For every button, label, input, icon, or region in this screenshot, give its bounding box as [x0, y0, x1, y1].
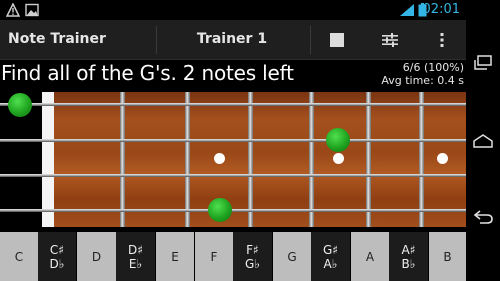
status-clock: 02:01 — [422, 2, 460, 17]
key-c[interactable]: C — [0, 232, 38, 281]
nut — [42, 92, 54, 227]
key-f-sharp[interactable]: F♯ G♭ — [233, 232, 272, 281]
inlay-dot — [214, 153, 225, 164]
fretboard-wood — [54, 92, 466, 227]
found-note-marker — [208, 198, 232, 222]
inlay-dot — [437, 153, 448, 164]
fret-1 — [120, 92, 125, 227]
string-2 — [0, 139, 466, 142]
found-note-marker — [8, 93, 32, 117]
string-4 — [0, 209, 466, 212]
string-3 — [0, 174, 466, 177]
score-panel: 6/6 (100%) Avg time: 0.4 s — [381, 61, 464, 87]
navigation-bar — [466, 0, 500, 281]
settings-button[interactable] — [366, 20, 414, 60]
key-g-sharp[interactable]: G♯ A♭ — [311, 232, 350, 281]
fret-4 — [309, 92, 314, 227]
overflow-menu-button[interactable] — [418, 20, 466, 60]
key-a[interactable]: A — [351, 232, 389, 281]
recent-apps-button[interactable] — [466, 46, 500, 80]
overflow-menu-icon — [440, 33, 444, 47]
fret-5 — [366, 92, 371, 227]
key-d[interactable]: D — [77, 232, 116, 281]
inlay-dot — [333, 153, 344, 164]
fret-6 — [419, 92, 424, 227]
key-g[interactable]: G — [273, 232, 311, 281]
key-c-sharp[interactable]: C♯ D♭ — [38, 232, 76, 281]
key-d-sharp[interactable]: D♯ E♭ — [116, 232, 155, 281]
score-line: 6/6 (100%) — [402, 61, 464, 74]
fret-3 — [248, 92, 253, 227]
avg-time-line: Avg time: 0.4 s — [381, 74, 464, 87]
trainer-selector[interactable]: Trainer 1 — [157, 31, 307, 47]
recent-apps-icon — [474, 55, 492, 70]
key-e[interactable]: E — [156, 232, 194, 281]
image-icon — [25, 3, 39, 17]
action-bar-divider — [310, 26, 311, 54]
app-title: Note Trainer — [8, 31, 106, 47]
settings-sliders-icon — [382, 33, 398, 47]
key-a-sharp[interactable]: A♯ B♭ — [389, 232, 428, 281]
action-bar: Note Trainer Trainer 1 — [0, 20, 466, 60]
key-f[interactable]: F — [195, 232, 233, 281]
home-icon — [473, 134, 493, 148]
stop-icon — [330, 33, 344, 47]
prompt-text: Find all of the G's. 2 notes left — [1, 61, 294, 85]
string-1 — [0, 103, 466, 106]
stop-button[interactable] — [313, 20, 361, 60]
warning-icon — [6, 3, 20, 17]
signal-icon — [400, 4, 414, 16]
found-note-marker — [326, 128, 350, 152]
home-button[interactable] — [466, 124, 500, 158]
note-keyboard: C C♯ D♭ D D♯ E♭ E F F♯ G♭ G G♯ A♭ A A♯ B… — [0, 232, 466, 281]
fretboard[interactable] — [0, 92, 466, 227]
status-bar: 02:01 — [0, 0, 466, 20]
back-icon — [473, 210, 493, 224]
key-b[interactable]: B — [429, 232, 466, 281]
back-button[interactable] — [466, 200, 500, 234]
fret-2 — [185, 92, 190, 227]
